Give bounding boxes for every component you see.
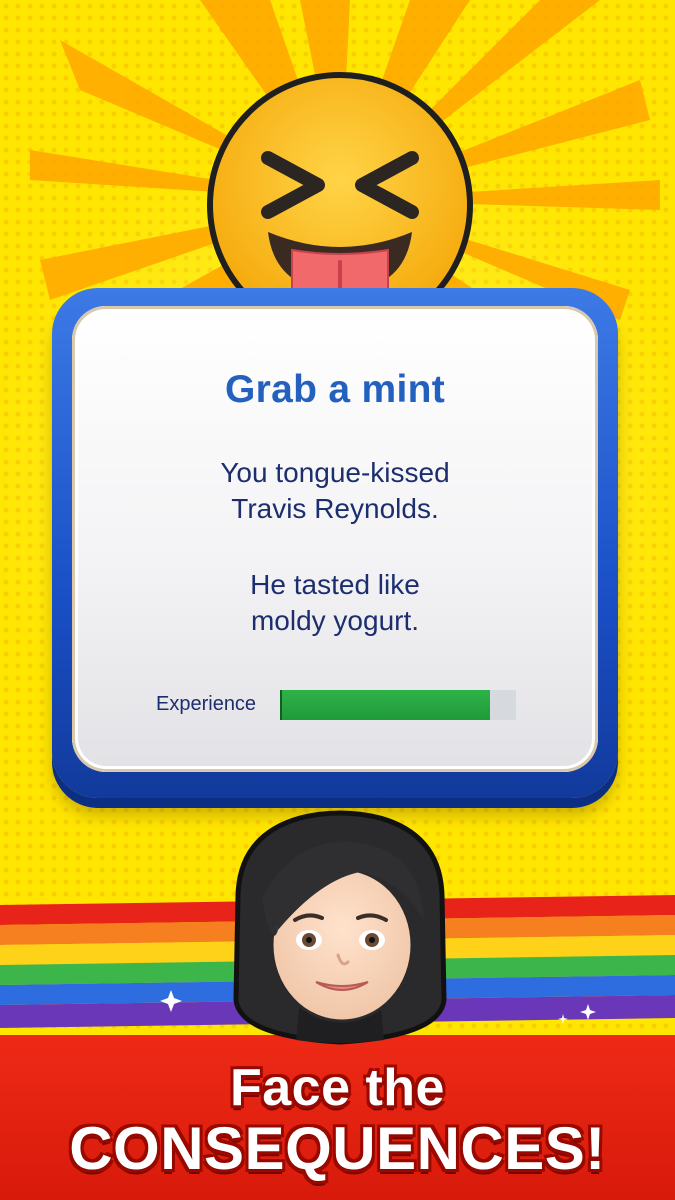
character-avatar-icon [233, 810, 447, 1045]
headline-line-1: Face the [230, 1059, 445, 1117]
promo-screen: Grab a mint You tongue-kissed Travis Rey… [0, 0, 675, 1200]
headline-line-2: CONSEQUENCES! [69, 1115, 606, 1182]
